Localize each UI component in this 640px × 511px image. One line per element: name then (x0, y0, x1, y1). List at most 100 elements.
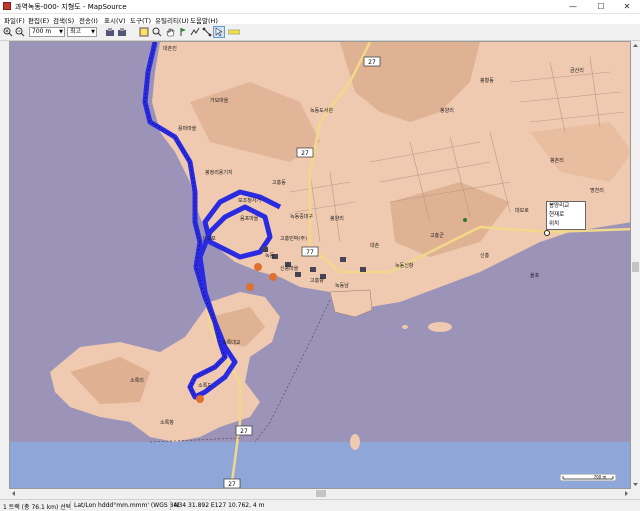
toolbar: 700 m ▼ 최고 ▼ (0, 25, 640, 41)
place-label: 봉양리 (330, 215, 344, 222)
place-label: 봉황동 (480, 77, 494, 84)
place-label: 신흥 (480, 252, 490, 259)
route-shield-label: 27 (301, 150, 309, 157)
menu-transfer[interactable]: 전송(I) (79, 15, 98, 25)
waypoint-tool-icon[interactable] (178, 27, 188, 37)
zoom-select-value: 700 m (32, 28, 52, 35)
menu-search[interactable]: 검색(S) (53, 15, 74, 25)
map-tooltip-menu[interactable]: 봉양리교 현재로 위치 (546, 201, 586, 230)
detail-select[interactable]: 최고 ▼ (67, 27, 97, 37)
scroll-left-arrow-icon (12, 491, 15, 496)
place-label: 녹동신항 (395, 262, 414, 269)
scale-bar-graphic: 700 m (559, 473, 617, 482)
route-tool-icon[interactable] (190, 27, 200, 37)
minimize-button[interactable]: — (560, 0, 586, 13)
chevron-down-icon: ▼ (91, 29, 95, 35)
route-shield: 27 (296, 147, 314, 158)
scroll-up-arrow-icon (633, 44, 638, 47)
menu-bar: 파일(F) 편집(E) 검색(S) 전송(I) 표시(V) 도구(T) 유틸리티… (0, 14, 640, 25)
place-label: 대촌진 (163, 45, 177, 52)
send-to-device-icon[interactable] (117, 27, 127, 37)
close-button[interactable]: ✕ (614, 0, 640, 13)
popup-item[interactable]: 위치 (547, 220, 585, 229)
place-label: 고흥동 (272, 179, 286, 186)
horizontal-scrollbar[interactable] (9, 489, 631, 498)
scale-label: 700 m (594, 475, 607, 480)
place-label: 봉정리용기지 (205, 169, 233, 176)
place-label: 봉촌리 (550, 157, 564, 164)
place-label: 금산리 (570, 67, 584, 74)
status-coord-format: Lat/Lon hddd°mm.mmm' (WGS 84) (74, 502, 180, 509)
place-label: 봉양리 (440, 107, 454, 114)
zoom-in-icon[interactable] (3, 27, 13, 37)
popup-header: 봉양리교 (549, 203, 570, 209)
route-shield-label: 27 (240, 428, 248, 435)
status-divider (170, 501, 171, 510)
popup-item[interactable]: 현재로 (547, 211, 585, 220)
place-label: 소록항 (160, 419, 174, 426)
sea-area (10, 442, 630, 488)
place-label: 고흥민박(주) (280, 235, 307, 242)
receive-from-device-icon[interactable] (105, 27, 115, 37)
map-canvas[interactable]: 27 27 77 27 27 대촌진 용마마을 가모마을 봉정리용기지 보조청사… (10, 42, 631, 489)
menu-file[interactable]: 파일(F) (4, 15, 25, 25)
waypoint-marker[interactable] (463, 218, 467, 222)
menu-tools[interactable]: 도구(T) (130, 15, 151, 25)
map-select-tool-icon[interactable] (139, 27, 149, 37)
place-label: 녹동 (265, 253, 275, 259)
place-label: 율포 (530, 273, 540, 279)
hand-pan-icon[interactable] (165, 27, 175, 37)
menu-utilities[interactable]: 유틸리티(U) (155, 15, 189, 25)
place-label: 소록대교 (222, 339, 241, 346)
waypoint-marker[interactable] (544, 230, 550, 236)
islet (350, 434, 360, 450)
horizontal-scroll-thumb (316, 490, 326, 497)
zoom-tool-icon[interactable] (152, 27, 162, 37)
window-title: 과역녹동-000- 지형도 - MapSource (15, 3, 127, 11)
chevron-down-icon: ▼ (59, 29, 63, 35)
islet (428, 322, 452, 332)
status-divider (70, 501, 71, 510)
route-shield: 27 (363, 56, 381, 67)
menu-view[interactable]: 표시(V) (104, 15, 125, 25)
maximize-button[interactable]: ☐ (588, 0, 614, 13)
place-label: 고흥군 (430, 232, 444, 239)
distance-tool-icon[interactable] (202, 27, 212, 37)
route-shield: 77 (301, 246, 319, 257)
route-shield-label: 77 (306, 249, 314, 256)
detail-select-value: 최고 (70, 28, 82, 35)
place-label: 녹동중대구 (290, 213, 313, 220)
vertical-scroll-thumb (632, 262, 639, 272)
place-label: 가모마을 (210, 97, 229, 104)
place-label: 녹동남 (335, 282, 349, 289)
place-label: 대촌 (370, 242, 380, 249)
place-label: 소록리 (130, 377, 144, 384)
place-label: 신고포 (202, 235, 216, 242)
map-scale-bar: 700 m (559, 473, 617, 482)
place-label: 녹동도서관 (310, 107, 333, 114)
place-label: 소록도 (198, 383, 212, 389)
place-label: 보조청사거 (238, 197, 261, 204)
place-label: 신풍마을 (280, 265, 299, 272)
zoom-out-icon[interactable] (15, 27, 25, 37)
vertical-scrollbar[interactable] (631, 41, 640, 489)
mapsource-app-icon (3, 2, 11, 10)
vertical-scrollbar-track (632, 44, 639, 486)
route-shield-label: 27 (228, 481, 236, 488)
menu-help[interactable]: 도움말(H) (190, 15, 218, 25)
zoom-select[interactable]: 700 m ▼ (29, 27, 65, 37)
scroll-down-arrow-icon (633, 483, 638, 486)
status-cursor-position: N34 31.892 E127 10.762, 4 m (174, 502, 265, 509)
track-tool-icon[interactable] (228, 27, 240, 37)
map-view[interactable]: 27 27 77 27 27 대촌진 용마마을 가모마을 봉정리용기지 보조청사… (9, 41, 631, 489)
route-shield: 27 (223, 478, 241, 488)
place-label: 명천리 (590, 187, 604, 194)
place-label: 대보로 (515, 207, 529, 214)
scroll-right-arrow-icon (625, 491, 628, 496)
title-bar: 과역녹동-000- 지형도 - MapSource — ☐ ✕ (0, 0, 640, 14)
route-shield-label: 27 (368, 59, 376, 66)
route-shield: 27 (235, 425, 253, 436)
pointer-tool-icon[interactable] (213, 26, 225, 38)
menu-edit[interactable]: 편집(E) (28, 15, 49, 25)
place-label: 용마마을 (178, 125, 197, 132)
